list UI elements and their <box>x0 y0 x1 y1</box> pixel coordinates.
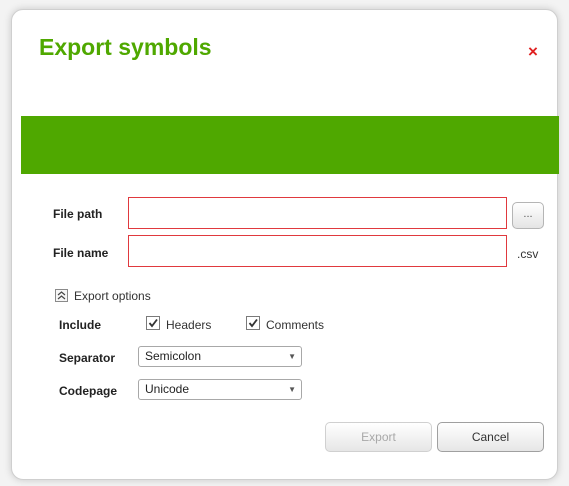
separator-label: Separator <box>59 351 116 365</box>
cancel-button[interactable]: Cancel <box>437 422 544 452</box>
checkmark-icon <box>248 318 258 328</box>
export-symbols-dialog: Export symbols × File path ... File name… <box>11 9 559 480</box>
collapse-icon[interactable] <box>55 289 68 302</box>
checkmark-icon <box>148 318 158 328</box>
separator-select[interactable]: Semicolon ▼ <box>138 346 302 367</box>
file-extension-label: .csv <box>517 247 539 261</box>
file-name-input[interactable] <box>128 235 507 267</box>
close-icon[interactable]: × <box>528 43 538 60</box>
include-label: Include <box>59 318 102 332</box>
codepage-select-value: Unicode <box>145 382 190 396</box>
headers-checkbox[interactable] <box>146 316 160 330</box>
codepage-label: Codepage <box>59 384 118 398</box>
file-name-label: File name <box>53 246 109 260</box>
file-path-input[interactable] <box>128 197 507 229</box>
export-button[interactable]: Export <box>325 422 432 452</box>
comments-checkbox-label[interactable]: Comments <box>266 318 324 332</box>
browse-button[interactable]: ... <box>512 202 544 229</box>
comments-checkbox[interactable] <box>246 316 260 330</box>
separator-select-value: Semicolon <box>145 349 202 363</box>
file-path-label: File path <box>53 207 103 221</box>
headers-checkbox-label[interactable]: Headers <box>166 318 211 332</box>
export-options-toggle-label[interactable]: Export options <box>74 289 151 303</box>
chevron-down-icon: ▼ <box>288 385 296 394</box>
header-banner <box>21 116 559 174</box>
chevron-down-icon: ▼ <box>288 352 296 361</box>
dialog-title: Export symbols <box>39 34 212 60</box>
codepage-select[interactable]: Unicode ▼ <box>138 379 302 400</box>
